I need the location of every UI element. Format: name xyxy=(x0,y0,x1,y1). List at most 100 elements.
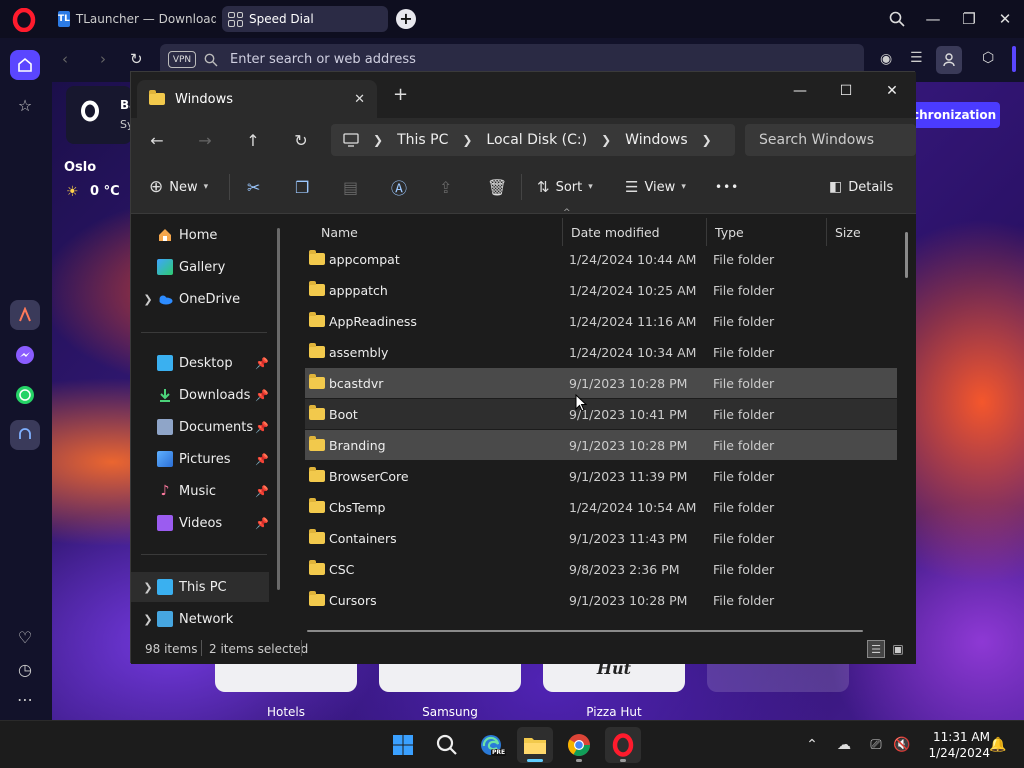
explorer-tab-windows[interactable]: Windows ✕ xyxy=(137,80,377,118)
details-pane-button[interactable]: ◧ Details xyxy=(829,174,893,200)
pin-icon[interactable]: 📌 xyxy=(255,421,269,434)
sidebar-aria-icon[interactable] xyxy=(10,300,40,330)
pin-icon[interactable]: 📌 xyxy=(255,389,269,402)
table-row[interactable]: CbsTemp 1/24/2024 10:54 AM File folder xyxy=(305,492,897,522)
view-button[interactable]: ☰ View ▾ xyxy=(625,174,686,200)
profile-icon[interactable] xyxy=(936,46,962,74)
table-row[interactable]: Branding 9/1/2023 10:28 PM File folder xyxy=(305,430,897,460)
sidebar-more-icon[interactable]: ⋯ xyxy=(10,684,40,714)
nav-item-downloads[interactable]: Downloads 📌 xyxy=(131,380,271,410)
bookmark-sync-card[interactable]: Ba Sy xyxy=(66,86,137,144)
chevron-right-icon[interactable]: ❯ xyxy=(139,613,157,626)
nav-item-network[interactable]: ❯ Network xyxy=(131,604,271,634)
share-button[interactable]: ⇪ xyxy=(439,174,452,200)
cut-button[interactable]: ✂ xyxy=(247,174,260,200)
sidebar-pinboard-icon[interactable]: ☆ xyxy=(10,90,40,120)
sidebar-music-player-icon[interactable] xyxy=(10,420,40,450)
forward-arrow-icon[interactable]: › xyxy=(100,50,106,68)
table-row[interactable]: Cursors 9/1/2023 10:28 PM File folder xyxy=(305,585,897,615)
tab-search-icon[interactable] xyxy=(886,8,908,30)
rename-button[interactable]: Ⓐ xyxy=(391,174,407,200)
sidebar-whatsapp-icon[interactable] xyxy=(10,380,40,410)
explorer-minimize-icon[interactable]: — xyxy=(777,76,823,106)
back-arrow-icon[interactable]: ‹ xyxy=(62,50,68,68)
new-button[interactable]: ⊕ New ▾ xyxy=(149,174,208,200)
new-tab-plus-icon[interactable]: + xyxy=(396,9,416,29)
opera-logo-icon[interactable] xyxy=(12,8,36,32)
nav-item-videos[interactable]: Videos 📌 xyxy=(131,508,271,538)
nav-pane-scrollbar[interactable] xyxy=(277,228,280,590)
delete-button[interactable]: 🗑 xyxy=(487,174,507,200)
tab-speed-dial[interactable]: Speed Dial xyxy=(222,6,388,32)
sidebar-home-icon[interactable] xyxy=(10,50,40,80)
column-header-date-modified[interactable]: Date modified xyxy=(563,218,707,246)
file-explorer-icon[interactable] xyxy=(517,727,553,763)
chevron-right-icon[interactable]: ❯ xyxy=(139,581,157,594)
table-row[interactable]: Containers 9/1/2023 11:43 PM File folder xyxy=(305,523,897,553)
vpn-badge[interactable]: VPN xyxy=(168,51,196,68)
paste-button[interactable]: ▤ xyxy=(343,174,358,200)
horizontal-scrollbar[interactable] xyxy=(307,630,863,632)
breadcrumb-item[interactable]: This PC xyxy=(397,132,448,148)
edge-preview-icon[interactable]: PRE xyxy=(473,727,509,763)
column-header-size[interactable]: Size xyxy=(827,218,907,246)
sidebar-toggle-accent[interactable] xyxy=(1012,46,1016,72)
browser-close-icon[interactable]: ✕ xyxy=(994,8,1016,30)
table-row[interactable]: CSC 9/8/2023 2:36 PM File folder xyxy=(305,554,897,584)
table-row[interactable]: Boot 9/1/2023 10:41 PM File folder xyxy=(305,399,897,429)
large-icons-view-icon[interactable]: ▣ xyxy=(889,640,907,658)
sidebar-messenger-icon[interactable] xyxy=(10,340,40,370)
volume-muted-icon[interactable]: 🔇 xyxy=(892,735,912,755)
taskbar-clock[interactable]: 11:31 AM 1/24/2024 xyxy=(916,729,990,761)
sort-button[interactable]: ⇅ Sort ▾ xyxy=(537,174,593,200)
table-row[interactable]: bcastdvr 9/1/2023 10:28 PM File folder xyxy=(305,368,897,398)
explorer-close-icon[interactable]: ✕ xyxy=(869,76,915,106)
explorer-forward-arrow-icon[interactable]: → xyxy=(191,126,219,154)
explorer-back-arrow-icon[interactable]: ← xyxy=(143,126,171,154)
table-row[interactable]: BrowserCore 9/1/2023 11:39 PM File folder xyxy=(305,461,897,491)
nav-item-desktop[interactable]: Desktop 📌 xyxy=(131,348,271,378)
breadcrumb[interactable]: ❯ This PC ❯ Local Disk (C:) ❯ Windows ❯ xyxy=(331,124,735,156)
snapshot-camera-icon[interactable]: ◉ xyxy=(880,51,892,67)
sidebar-heart-icon[interactable]: ♡ xyxy=(10,622,40,652)
browser-minimize-icon[interactable]: — xyxy=(922,8,944,30)
nav-item-onedrive[interactable]: ❯ OneDrive xyxy=(131,284,271,314)
pin-icon[interactable]: 📌 xyxy=(255,453,269,466)
explorer-maximize-icon[interactable]: ☐ xyxy=(823,76,869,106)
browser-restore-icon[interactable]: ❐ xyxy=(958,8,980,30)
explorer-search-input[interactable]: Search Windows xyxy=(745,124,916,156)
nav-item-this-pc[interactable]: ❯ This PC xyxy=(131,572,269,602)
pin-icon[interactable]: 📌 xyxy=(255,517,269,530)
tab-tlauncher[interactable]: TL TLauncher — Download M xyxy=(52,6,216,32)
explorer-new-tab-plus-icon[interactable]: + xyxy=(393,84,408,105)
show-hidden-icons-chevron-up-icon[interactable]: ⌃ xyxy=(802,735,822,755)
opera-icon[interactable] xyxy=(605,727,641,763)
explorer-up-arrow-icon[interactable]: ↑ xyxy=(239,126,267,154)
reload-icon[interactable]: ↻ xyxy=(130,50,143,68)
search-icon[interactable] xyxy=(429,727,465,763)
table-row[interactable]: appcompat 1/24/2024 10:44 AM File folder xyxy=(305,244,897,274)
network-status-icon[interactable]: ⎚ xyxy=(866,735,886,755)
easy-setup-icon[interactable]: ☰ xyxy=(910,50,923,66)
nav-item-home[interactable]: Home xyxy=(131,220,271,250)
onedrive-offline-icon[interactable]: ☁ xyxy=(834,735,854,755)
table-row[interactable]: apppatch 1/24/2024 10:25 AM File folder xyxy=(305,275,897,305)
column-header-type[interactable]: Type xyxy=(707,218,827,246)
nav-item-music[interactable]: ♪ Music 📌 xyxy=(131,476,271,506)
chrome-icon[interactable] xyxy=(561,727,597,763)
explorer-refresh-icon[interactable]: ↻ xyxy=(287,126,315,154)
close-tab-icon[interactable]: ✕ xyxy=(354,92,365,107)
table-row[interactable]: assembly 1/24/2024 10:34 AM File folder xyxy=(305,337,897,367)
notification-bell-icon[interactable]: 🔔 xyxy=(988,735,1008,755)
extensions-cube-icon[interactable]: ⬡ xyxy=(982,50,994,66)
nav-item-pictures[interactable]: Pictures 📌 xyxy=(131,444,271,474)
nav-item-documents[interactable]: Documents 📌 xyxy=(131,412,271,442)
details-view-icon[interactable]: ☰ xyxy=(867,640,885,658)
breadcrumb-item[interactable]: Local Disk (C:) xyxy=(486,132,587,148)
breadcrumb-item[interactable]: Windows xyxy=(625,132,688,148)
table-row[interactable]: AppReadiness 1/24/2024 11:16 AM File folde… xyxy=(305,306,897,336)
chevron-right-icon[interactable]: ❯ xyxy=(139,293,157,306)
nav-item-gallery[interactable]: Gallery xyxy=(131,252,271,282)
copy-button[interactable]: ❐ xyxy=(295,174,309,200)
see-more-button[interactable]: ••• xyxy=(715,174,739,200)
